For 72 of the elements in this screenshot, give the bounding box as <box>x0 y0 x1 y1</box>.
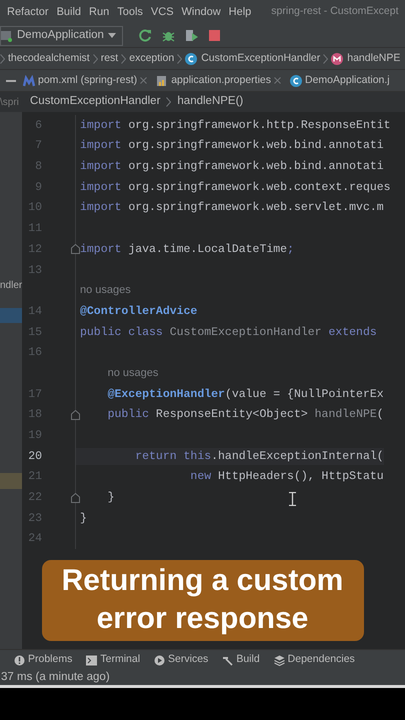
close-icon[interactable] <box>274 77 281 84</box>
menu-item[interactable]: Help <box>228 4 252 20</box>
menu-item[interactable]: Build <box>56 4 82 20</box>
code-line: new HttpHeaders(), HttpStatu <box>189 469 384 486</box>
menu-item[interactable]: VCS <box>150 4 174 20</box>
close-icon[interactable] <box>140 77 148 84</box>
usage-hint[interactable]: no usages <box>108 366 158 379</box>
tool-window-button[interactable]: Terminal <box>86 652 140 668</box>
code-line: @ControllerAdvice <box>79 304 198 320</box>
menu-item[interactable]: Run <box>89 4 110 20</box>
breadcrumb-item[interactable]: handleNPE() <box>177 93 244 111</box>
info-icon <box>14 654 25 666</box>
bug-icon[interactable] <box>162 29 175 42</box>
video-caption: Returning a custom error response <box>42 560 364 641</box>
play-icon <box>154 654 166 666</box>
window-title: spring-rest - CustomExcept <box>271 4 399 20</box>
editor-tab[interactable]: DemoApplication.j <box>288 72 392 88</box>
chevron-icon <box>177 54 182 64</box>
breadcrumb-item[interactable]: exception <box>129 50 174 66</box>
menu-item[interactable]: Refactor <box>7 4 49 20</box>
tool-window-button[interactable]: Services <box>154 652 208 668</box>
fold-marker-icon[interactable] <box>71 492 80 503</box>
class-icon <box>290 74 302 86</box>
code-line: import org.springframework.web.servlet.mvc.m <box>79 200 384 216</box>
rerun-icon[interactable] <box>138 29 152 42</box>
tool-window-button[interactable]: Build <box>222 652 260 668</box>
code-line: } <box>106 490 115 506</box>
class-icon <box>185 52 198 64</box>
code-line: import org.springframework.web.bind.annotati <box>79 138 384 154</box>
code-line: import org.springframework.web.bind.annotati <box>79 159 384 176</box>
tool-window-button[interactable]: Problems <box>14 652 72 668</box>
chevron-icon <box>0 54 5 64</box>
editor-tab[interactable]: pom.xml (spring-rest) <box>21 72 150 88</box>
method-icon <box>331 52 344 64</box>
fold-marker-icon[interactable] <box>71 244 80 254</box>
menu-item[interactable]: Tools <box>117 4 143 20</box>
coverage-icon[interactable] <box>184 29 199 42</box>
code-line: import org.springframework.web.context.reques <box>79 180 391 196</box>
properties-file-icon <box>156 74 168 86</box>
editor-tab[interactable]: application.properties <box>154 72 283 88</box>
fold-marker-icon[interactable] <box>71 410 80 420</box>
hammer-icon <box>222 654 234 666</box>
code-line: } <box>79 510 87 527</box>
code-line: public ResponseEntity<Object> handleNPE( <box>106 407 384 424</box>
layers-icon <box>274 654 285 666</box>
breadcrumb-item[interactable]: CustomExceptionHandler <box>185 50 320 66</box>
project-tree-item[interactable]: ndler <box>0 278 22 293</box>
maven-icon <box>23 74 35 86</box>
code-line: import org.springframework.http.ResponseEntit <box>79 118 391 134</box>
stop-icon[interactable] <box>208 30 220 41</box>
breadcrumb-item[interactable]: rest <box>100 50 118 66</box>
breadcrumb-item[interactable]: thecodealchemist <box>8 50 90 66</box>
usage-hint[interactable]: no usages <box>80 284 131 296</box>
tool-window-button[interactable]: Dependencies <box>274 652 355 668</box>
run-configuration-dropdown[interactable]: DemoApplication <box>0 26 123 46</box>
chevron-icon <box>323 54 328 64</box>
line-number: 20 <box>27 448 42 465</box>
code-line: @ExceptionHandler(value = {NullPointerEx <box>106 386 384 403</box>
chevron-icon <box>166 97 172 107</box>
menu-item[interactable]: Window <box>182 4 221 20</box>
status-text: 37 ms (a minute ago) <box>1 670 110 685</box>
project-path-text: \spri <box>0 96 20 110</box>
breadcrumb-item[interactable]: handleNPE <box>331 50 400 66</box>
terminal-icon <box>86 654 98 666</box>
chevron-icon <box>121 54 126 64</box>
code-line: import java.time.LocalDateTime; <box>79 242 294 258</box>
application-icon <box>1 30 13 42</box>
text-cursor-icon <box>289 492 296 506</box>
breadcrumb-item[interactable]: CustomExceptionHandler <box>30 93 160 111</box>
chevron-icon <box>92 54 98 64</box>
code-line: public class CustomExceptionHandler extends <box>79 324 377 341</box>
caret-icon <box>108 33 116 38</box>
